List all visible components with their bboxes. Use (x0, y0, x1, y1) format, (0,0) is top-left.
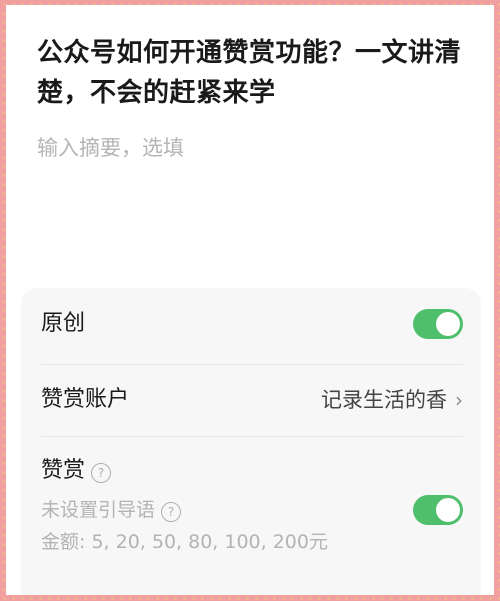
reward-account-row[interactable]: 赞赏账户 记录生活的香 › (41, 385, 463, 425)
amounts-text: 金额: 5, 20, 50, 80, 100, 200元 (41, 531, 328, 553)
guide-line: 未设置引导语? (41, 496, 463, 524)
reward-row: 赞赏? 未设置引导语? 金额: 5, 20, 50, 80, 100, 200元 (41, 456, 463, 566)
original-toggle[interactable] (413, 309, 463, 339)
question-circle-icon[interactable]: ? (161, 501, 182, 522)
toggle-knob (436, 498, 460, 522)
divider (41, 436, 463, 437)
original-row: 原创 (41, 309, 463, 349)
reward-title-line: 赞赏? (41, 456, 463, 486)
toggle-knob (436, 312, 460, 336)
settings-card: 原创 赞赏账户 记录生活的香 › 赞赏? 未设置引导语? 金额: 5, 20, … (21, 288, 481, 595)
chevron-right-icon: › (455, 388, 463, 412)
summary-input[interactable]: 输入摘要，选填 (37, 133, 184, 163)
reward-account-label: 赞赏账户 (41, 387, 130, 412)
original-label: 原创 (41, 311, 86, 336)
divider (41, 364, 463, 365)
reward-label: 赞赏 (41, 458, 86, 483)
guide-text[interactable]: 未设置引导语 (41, 499, 155, 521)
reward-account-value-wrap[interactable]: 记录生活的香 › (321, 385, 463, 415)
article-title[interactable]: 公众号如何开通赞赏功能？一文讲清楚，不会的赶紧来学 (37, 33, 477, 113)
reward-toggle[interactable] (413, 495, 463, 525)
reward-account-value: 记录生活的香 (321, 388, 447, 412)
question-circle-icon[interactable]: ? (91, 462, 112, 483)
article-settings-screen: 公众号如何开通赞赏功能？一文讲清楚，不会的赶紧来学 输入摘要，选填 原创 赞赏账… (6, 5, 494, 595)
